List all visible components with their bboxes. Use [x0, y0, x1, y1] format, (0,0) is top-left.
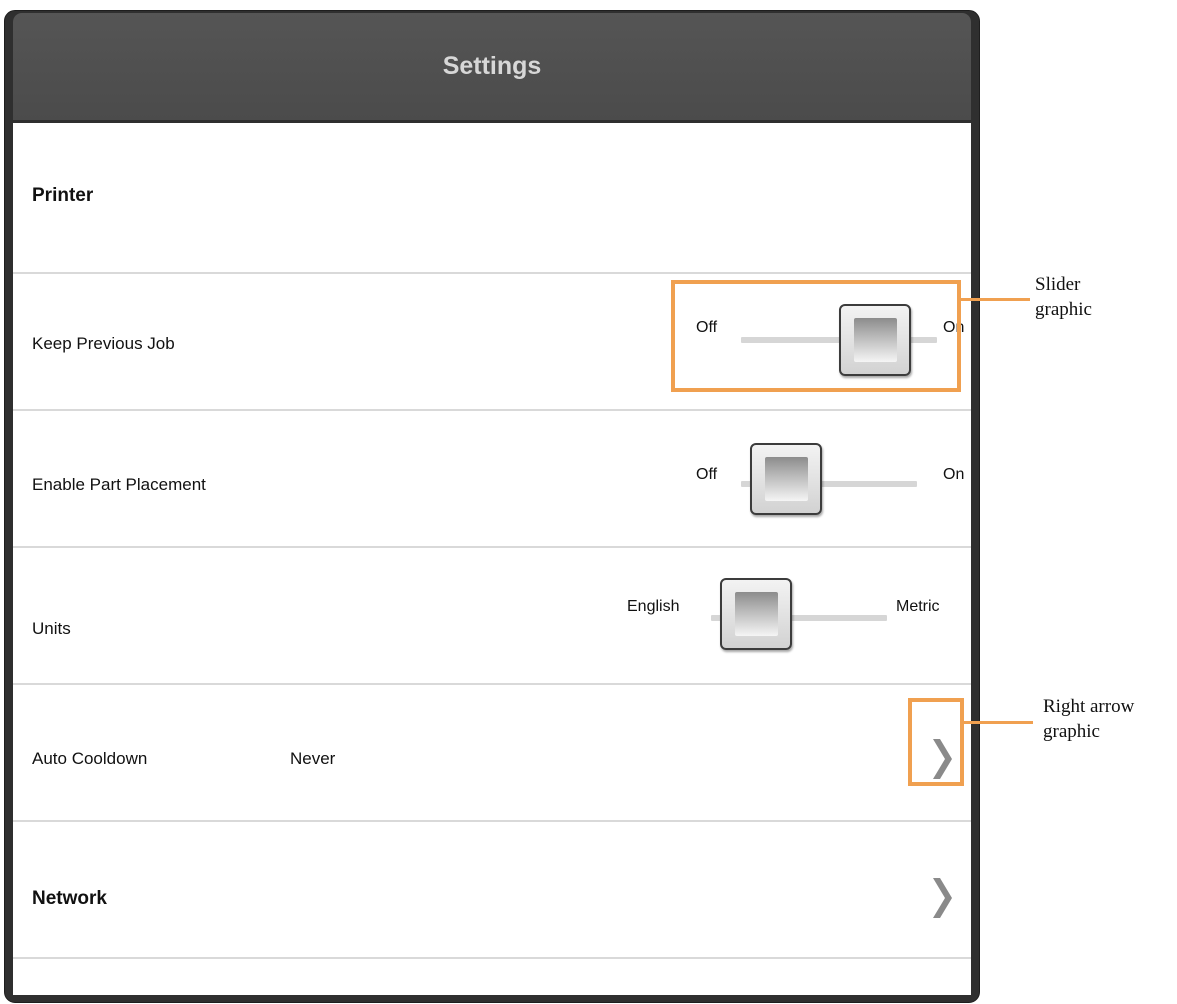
slider-callout-line [961, 298, 1030, 301]
chevron-right-icon[interactable] [930, 876, 954, 920]
units-english-label: English [627, 598, 680, 615]
enable-part-placement-off-label: Off [696, 466, 718, 483]
arrow-callout-box [908, 698, 964, 786]
title-bar: Settings [13, 13, 971, 120]
slider-callout-line1: Slider [1035, 274, 1081, 295]
units-toggle-knob[interactable] [720, 578, 792, 650]
section-printer: Printer [13, 123, 971, 274]
auto-cooldown-label: Auto Cooldown [32, 749, 148, 768]
arrow-callout-line1: Right arrow [1043, 696, 1135, 717]
page-title: Settings [442, 52, 542, 80]
enable-part-placement-toggle-knob[interactable] [750, 443, 822, 515]
enable-part-placement-on-label: On [943, 466, 965, 483]
section-label-printer: Printer [32, 185, 94, 206]
setting-units: Units English Metric [13, 548, 971, 685]
slider-callout-box [671, 280, 961, 392]
toggle-knob-face [735, 592, 778, 636]
setting-auto-cooldown[interactable]: Auto Cooldown Never [13, 685, 971, 822]
slider-callout-text: Slider graphic [1035, 272, 1092, 322]
arrow-callout-text: Right arrow graphic [1043, 694, 1177, 744]
enable-part-placement-label: Enable Part Placement [32, 475, 206, 494]
settings-panel: Settings Printer Keep Previous Job Off O… [4, 10, 980, 1003]
slider-callout-line2: graphic [1035, 299, 1092, 320]
units-label: Units [32, 619, 71, 638]
toggle-knob-face [765, 457, 808, 501]
setting-enable-part-placement: Enable Part Placement Off On [13, 411, 971, 548]
settings-list: Printer Keep Previous Job Off On Enable … [13, 123, 971, 995]
keep-previous-job-label: Keep Previous Job [32, 334, 175, 353]
section-label-network: Network [32, 888, 107, 909]
section-network[interactable]: Network [13, 822, 971, 959]
arrow-callout-line2: graphic [1043, 721, 1100, 742]
auto-cooldown-value: Never [290, 749, 336, 768]
units-metric-label: Metric [896, 598, 940, 615]
arrow-callout-line [964, 721, 1033, 724]
